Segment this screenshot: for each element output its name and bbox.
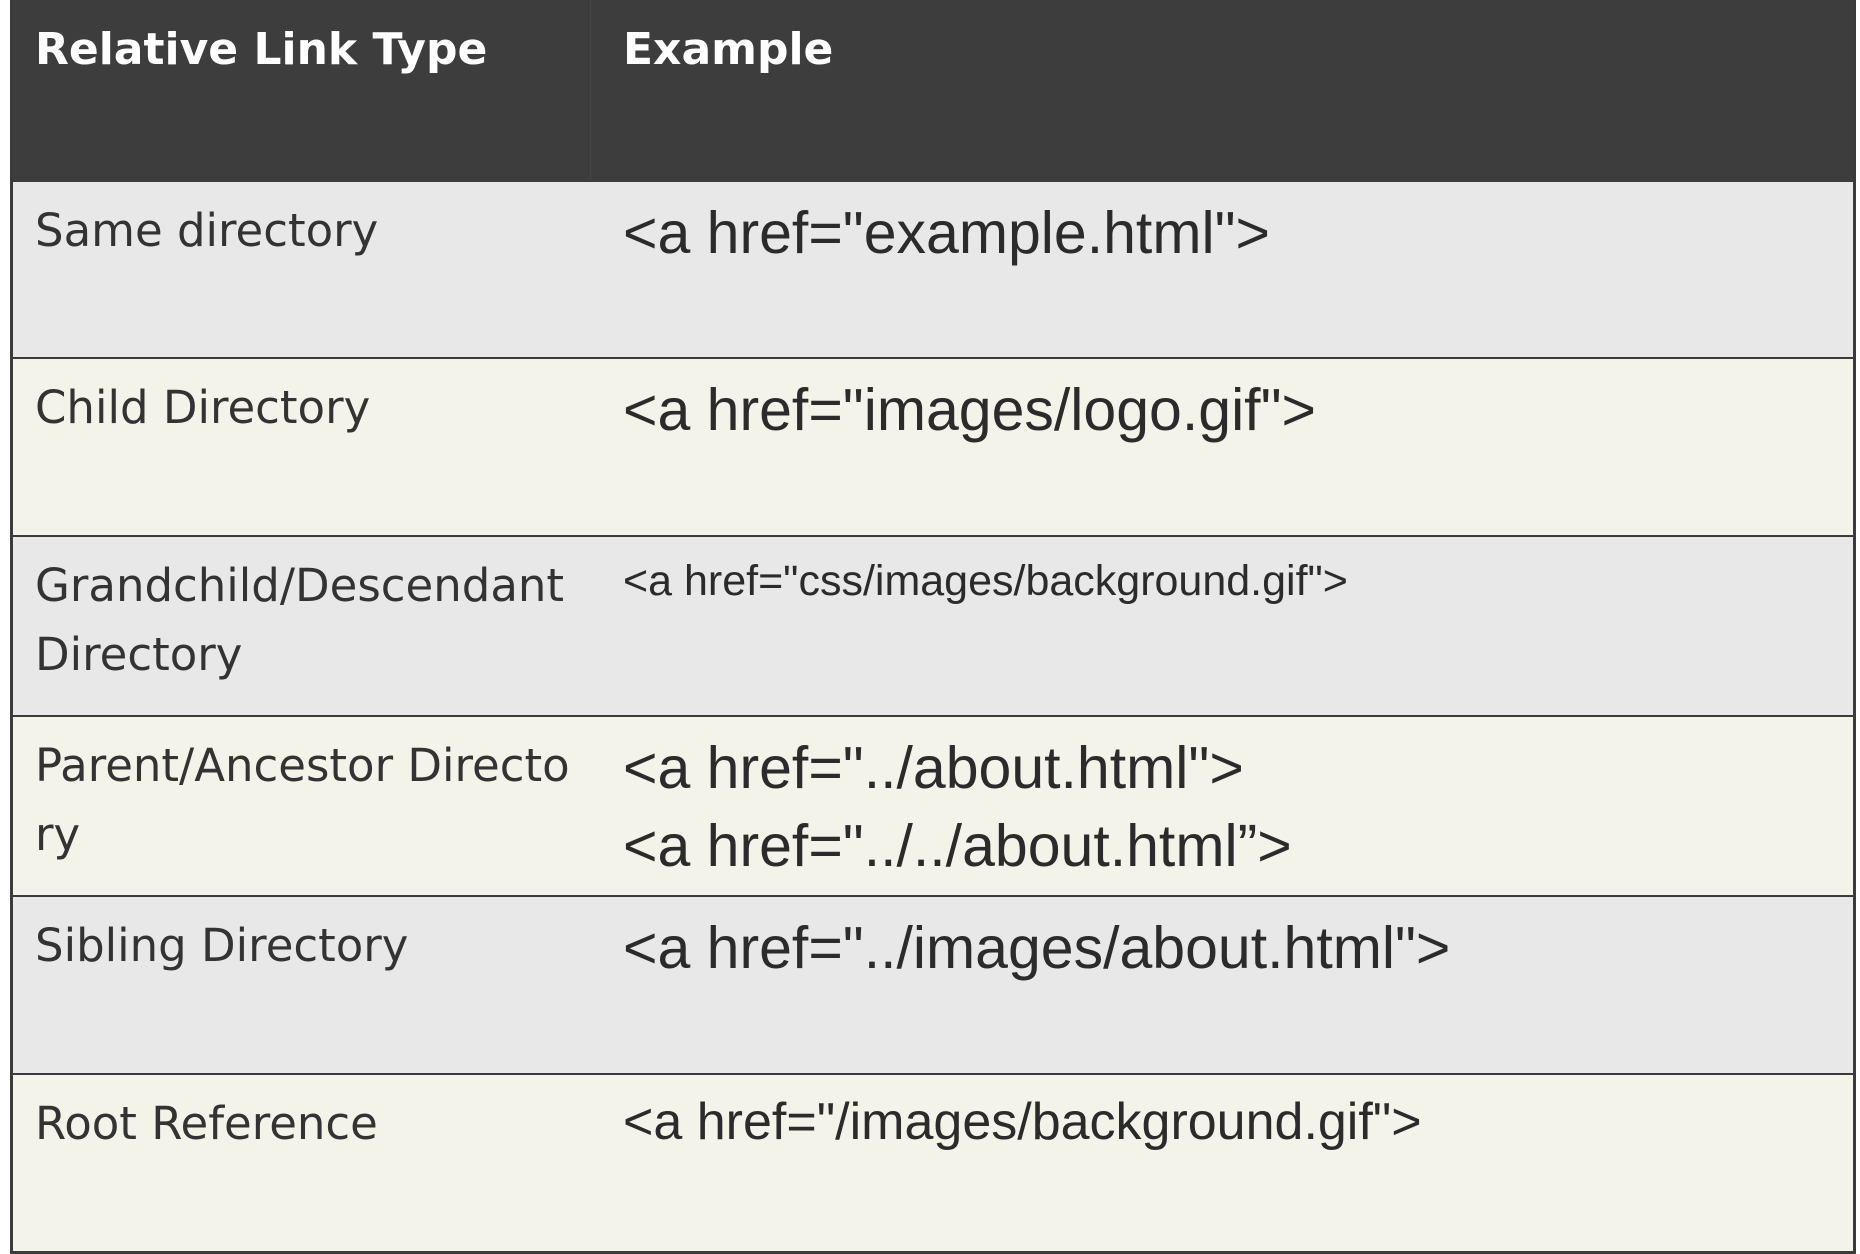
example-code: <a href="example.html"> bbox=[623, 200, 1270, 266]
table-row: Child Directory <a href="images/logo.gif… bbox=[13, 357, 1853, 535]
link-type-cell: Child Directory bbox=[35, 381, 371, 434]
example-code: <a href="css/images/background.gif"> bbox=[623, 557, 1348, 605]
header-relative-link-type: Relative Link Type bbox=[13, 0, 591, 180]
example-code: <a href="../images/about.html"> bbox=[623, 915, 1451, 981]
link-type-cell: Same directory bbox=[35, 204, 379, 257]
relative-links-table: Relative Link Type Example Same director… bbox=[10, 0, 1856, 1254]
example-code: <a href="../about.html"> bbox=[623, 735, 1244, 801]
example-code: <a href="images/logo.gif"> bbox=[623, 377, 1316, 443]
example-cell: <a href="../about.html"> <a href="../../… bbox=[591, 717, 1853, 895]
example-code: <a href="../../about.html”> bbox=[623, 813, 1292, 879]
link-type-cell: Sibling Directory bbox=[35, 919, 409, 972]
example-cell: <a href="images/logo.gif"> bbox=[591, 359, 1853, 535]
table-row: Grandchild/Descendant Directory <a href=… bbox=[13, 535, 1853, 715]
link-type-cell: Parent/Ancestor Directory bbox=[35, 739, 570, 861]
table-row: Root Reference <a href="/images/backgrou… bbox=[13, 1073, 1853, 1251]
example-code: <a href="/images/background.gif"> bbox=[623, 1093, 1422, 1151]
example-cell: <a href="/images/background.gif"> bbox=[591, 1075, 1853, 1251]
example-cell: <a href="css/images/background.gif"> bbox=[591, 537, 1853, 715]
table-row: Sibling Directory <a href="../images/abo… bbox=[13, 895, 1853, 1073]
example-cell: <a href="../images/about.html"> bbox=[591, 897, 1853, 1073]
table-row: Parent/Ancestor Directory <a href="../ab… bbox=[13, 715, 1853, 895]
example-cell: <a href="example.html"> bbox=[591, 182, 1853, 357]
link-type-cell: Grandchild/Descendant Directory bbox=[35, 559, 565, 681]
table-header-row: Relative Link Type Example bbox=[13, 0, 1853, 180]
link-type-cell: Root Reference bbox=[35, 1097, 378, 1150]
table-row: Same directory <a href="example.html"> bbox=[13, 180, 1853, 357]
header-example: Example bbox=[623, 24, 834, 75]
